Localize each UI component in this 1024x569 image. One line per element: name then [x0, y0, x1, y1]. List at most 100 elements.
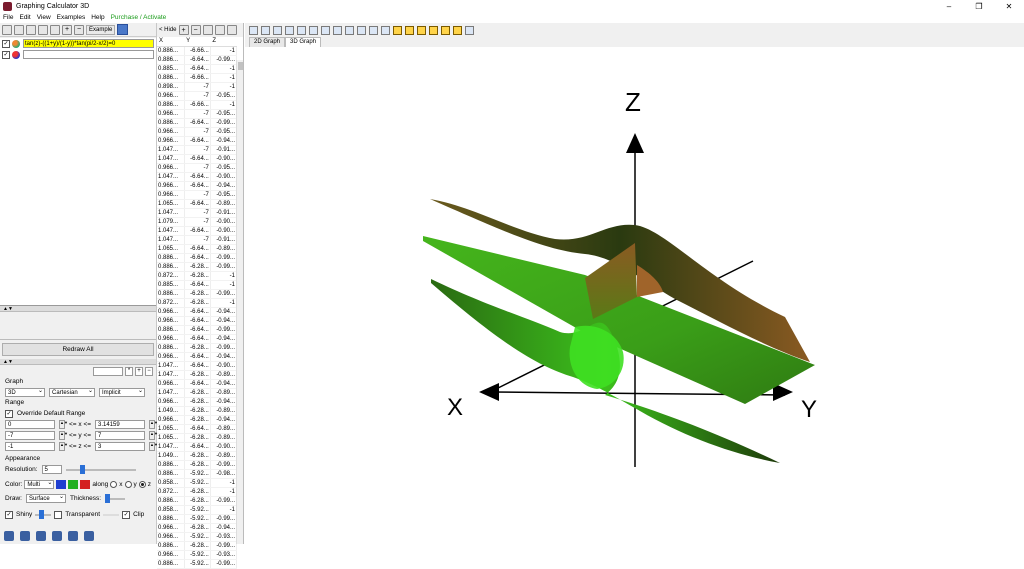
y-min-field[interactable]: -7	[5, 431, 55, 440]
table-cell[interactable]: -7	[184, 91, 211, 101]
table-row[interactable]: 0.886... -6.28... -0.99...	[157, 262, 238, 272]
pencil-icon[interactable]	[4, 531, 14, 541]
table-cell[interactable]: -0.90...	[210, 361, 238, 371]
draw-select[interactable]: Surface	[25, 493, 66, 503]
cube-front-icon[interactable]	[405, 25, 414, 35]
equation-checkbox[interactable]: ✓	[2, 39, 10, 48]
add-preset-icon[interactable]: +	[135, 366, 143, 376]
table-cell[interactable]: 1.047...	[157, 226, 185, 236]
table-cell[interactable]: 0.886...	[157, 289, 185, 299]
table-cell[interactable]: -0.94...	[210, 307, 238, 317]
table-row[interactable]: 0.858... -5.92... -1	[157, 505, 238, 515]
table-cell[interactable]: -0.90...	[210, 442, 238, 452]
table-row[interactable]: 0.886... -6.66... -1	[157, 46, 238, 56]
table-cell[interactable]: 1.065...	[157, 424, 185, 434]
settings-icon[interactable]	[465, 25, 474, 35]
table-cell[interactable]: -0.94...	[210, 415, 238, 425]
table-cell[interactable]: -6.64...	[184, 442, 211, 452]
table-row[interactable]: 1.047... -6.28... -0.89...	[157, 370, 238, 380]
clip-checkbox[interactable]: ✓	[122, 510, 131, 519]
table-cell[interactable]: -0.99...	[210, 325, 238, 335]
table-cell[interactable]: 0.966...	[157, 334, 185, 344]
cube-view-icon[interactable]	[393, 25, 402, 35]
hide-table-button[interactable]: < Hide	[159, 27, 177, 33]
grid-settings-icon[interactable]	[20, 531, 30, 541]
table-cell[interactable]: 0.886...	[157, 118, 185, 128]
table-cell[interactable]: -6.64...	[184, 352, 211, 362]
remove-preset-icon[interactable]: −	[145, 366, 153, 376]
table-row[interactable]: 0.966... -5.92... -0.93...	[157, 550, 238, 560]
table-cell[interactable]: -7	[184, 217, 211, 227]
table-row[interactable]: 1.065... -6.64... -0.89...	[157, 244, 238, 254]
along-x-radio[interactable]	[110, 481, 118, 488]
table-cell[interactable]: 0.966...	[157, 316, 185, 326]
transparent-slider[interactable]	[103, 513, 120, 516]
menu-help[interactable]: Help	[91, 14, 104, 21]
table-row[interactable]: 0.886... -6.28... -0.99...	[157, 289, 238, 299]
table-cell[interactable]: -0.94...	[210, 523, 238, 533]
table-row[interactable]: 0.966... -6.64... -0.94...	[157, 316, 238, 326]
export-icon[interactable]	[214, 25, 225, 35]
resolution-slider[interactable]	[65, 464, 136, 474]
table-cell[interactable]: -0.90...	[210, 217, 238, 227]
table-cell[interactable]: -7	[184, 109, 211, 119]
column-header-y[interactable]: Y	[184, 37, 211, 47]
zoom-out-icon[interactable]	[381, 25, 390, 35]
table-row[interactable]: 0.886... -6.64... -0.99...	[157, 253, 238, 263]
table-cell[interactable]: -6.28...	[184, 298, 211, 308]
table-cell[interactable]: -0.94...	[210, 181, 238, 191]
table-cell[interactable]: 0.886...	[157, 253, 185, 263]
equation-input[interactable]	[23, 50, 154, 59]
table-cell[interactable]: -0.99...	[210, 460, 238, 470]
table-row[interactable]: 0.966... -6.64... -0.94...	[157, 379, 238, 389]
table-row[interactable]: 0.886... -5.92... -0.99...	[157, 559, 238, 569]
table-row[interactable]: 0.966... -6.28... -0.94...	[157, 397, 238, 407]
table-cell[interactable]: 0.898...	[157, 82, 185, 92]
table-cell[interactable]: -1	[210, 298, 238, 308]
table-row[interactable]: 1.049... -6.28... -0.89...	[157, 451, 238, 461]
table-row[interactable]: 0.886... -6.28... -0.99...	[157, 460, 238, 470]
table-cell[interactable]: 1.047...	[157, 154, 185, 164]
table-cell[interactable]: -0.89...	[210, 406, 238, 416]
table-cell[interactable]: 0.966...	[157, 379, 185, 389]
table-cell[interactable]: -7	[184, 235, 211, 245]
sphere-icon[interactable]	[84, 531, 94, 541]
table-row[interactable]: 1.047... -7 -0.91...	[157, 235, 238, 245]
table-cell[interactable]: -6.64...	[184, 181, 211, 191]
table-cell[interactable]: 0.966...	[157, 397, 185, 407]
link-icon[interactable]	[50, 24, 60, 35]
table-row[interactable]: 1.047... -6.64... -0.90...	[157, 226, 238, 236]
print-icon[interactable]	[297, 25, 306, 35]
table-cell[interactable]: -0.94...	[210, 352, 238, 362]
table-cell[interactable]: 0.886...	[157, 514, 185, 524]
table-row[interactable]: 0.886... -6.28... -0.99...	[157, 496, 238, 506]
table-cell[interactable]: -6.64...	[184, 379, 211, 389]
cube-top-icon[interactable]	[429, 25, 438, 35]
table-cell[interactable]: -6.28...	[184, 289, 211, 299]
table-cell[interactable]: -7	[184, 163, 211, 173]
table-cell[interactable]: 1.047...	[157, 361, 185, 371]
preset-dropdown[interactable]	[93, 366, 123, 376]
table-cell[interactable]: -6.66...	[184, 100, 211, 110]
shiny-checkbox[interactable]: ✓	[5, 510, 13, 519]
table-cell[interactable]: -0.94...	[210, 316, 238, 326]
thickness-slider[interactable]	[105, 493, 126, 503]
maximize-button[interactable]: ❐	[964, 0, 994, 12]
star-icon[interactable]: *	[125, 366, 133, 376]
table-cell[interactable]: -0.99...	[210, 55, 238, 65]
remove-row-icon[interactable]: −	[190, 25, 201, 35]
table-cell[interactable]: -0.95...	[210, 109, 238, 119]
menu-view[interactable]: View	[37, 14, 51, 21]
table-cell[interactable]: -0.95...	[210, 190, 238, 200]
table-cell[interactable]: -7	[184, 82, 211, 92]
table-row[interactable]: 0.886... -6.28... -0.99...	[157, 343, 238, 353]
table-icon[interactable]	[36, 531, 46, 541]
table-cell[interactable]: 1.047...	[157, 370, 185, 380]
table-row[interactable]: 0.966... -6.64... -0.94...	[157, 334, 238, 344]
along-y-radio[interactable]	[124, 481, 132, 488]
import-icon[interactable]	[202, 25, 213, 35]
table-cell[interactable]: 0.966...	[157, 352, 185, 362]
table-cell[interactable]: -6.28...	[184, 343, 211, 353]
table-row[interactable]: 0.966... -5.92... -0.93...	[157, 532, 238, 542]
table-row[interactable]: 0.886... -6.64... -0.99...	[157, 325, 238, 335]
